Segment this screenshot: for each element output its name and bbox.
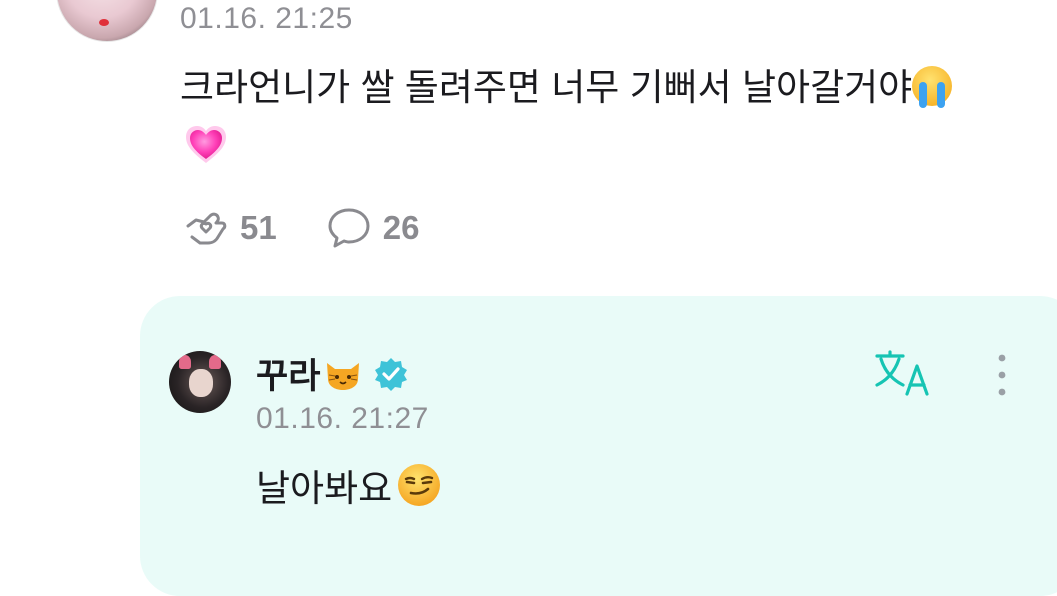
verified-badge-icon bbox=[375, 357, 408, 391]
avatar-ear-detail bbox=[179, 355, 191, 369]
reply-body: 날아봐요 bbox=[256, 458, 442, 512]
reply-author-name[interactable]: 꾸라 bbox=[256, 348, 320, 399]
avatar-lips-detail bbox=[99, 19, 109, 26]
growing-heart-icon bbox=[186, 126, 226, 163]
speech-bubble-icon[interactable] bbox=[325, 204, 373, 252]
post-actions: 51 26 bbox=[182, 203, 419, 253]
post-text: 크라언니가 쌀 돌려주면 너무 기뻐서 날아갈거야 bbox=[180, 67, 913, 108]
reply-timestamp: 01.16. 21:27 bbox=[256, 402, 429, 435]
avatar-ear-detail bbox=[209, 355, 221, 369]
reply-author-row: 꾸라 bbox=[256, 348, 408, 399]
loudly-crying-face-icon bbox=[912, 66, 953, 108]
hand-heart-icon[interactable] bbox=[182, 204, 230, 252]
reply-card bbox=[140, 296, 1057, 596]
comments-count: 26 bbox=[382, 209, 420, 246]
likes-count: 51 bbox=[240, 209, 277, 246]
avatar-face-detail bbox=[189, 369, 213, 397]
translate-icon[interactable] bbox=[873, 348, 933, 398]
cat-face-icon bbox=[327, 362, 360, 390]
reply-author-avatar[interactable] bbox=[169, 351, 231, 413]
post-timestamp: 01.16. 21:25 bbox=[180, 2, 353, 35]
more-vertical-icon[interactable] bbox=[990, 352, 1014, 398]
post-author-avatar[interactable] bbox=[56, 0, 158, 42]
smirking-face-icon bbox=[398, 464, 441, 506]
post-body: 크라언니가 쌀 돌려주면 너무 기뻐서 날아갈거야 bbox=[180, 58, 1010, 118]
reply-text: 날아봐요 bbox=[256, 468, 393, 509]
